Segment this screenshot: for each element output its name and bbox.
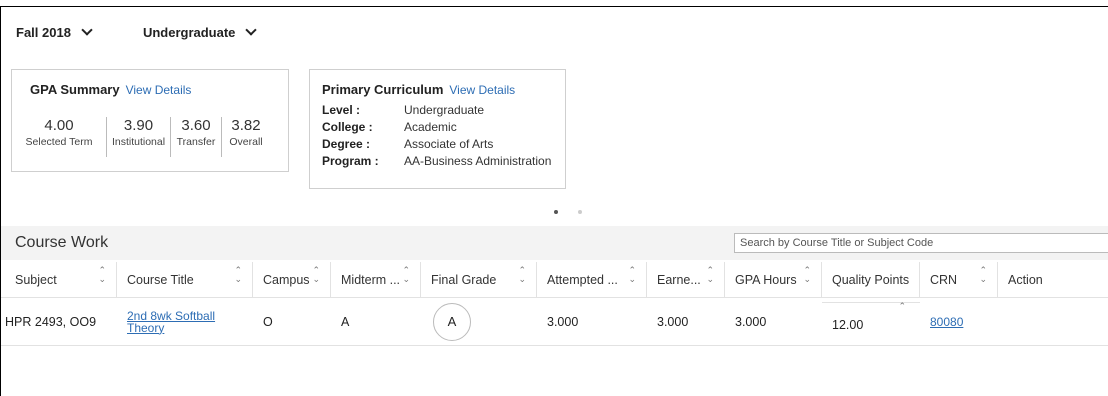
column-header-campus[interactable]: Campus ⌃ ⌄ — [253, 262, 331, 297]
column-label: Subject — [15, 272, 57, 287]
gpa-label: Institutional — [111, 136, 166, 148]
column-header-action: Action — [998, 262, 1108, 297]
curriculum-value: Academic — [404, 120, 457, 134]
quality-points-box: ⌃ 12.00 — [822, 301, 920, 346]
gpa-view-details-link[interactable]: View Details — [126, 83, 192, 97]
column-label: Attempted ... — [547, 272, 618, 287]
carousel-pager — [554, 210, 602, 214]
column-label: GPA Hours — [735, 272, 797, 287]
column-header-gpa-hours[interactable]: GPA Hours ⌃ ⌄ — [725, 262, 822, 297]
level-dropdown-label: Undergraduate — [142, 24, 236, 40]
gpa-institutional: 3.90 Institutional — [107, 117, 171, 157]
curriculum-view-details-link[interactable]: View Details — [449, 83, 515, 97]
gpa-selected-term: 4.00 Selected Term — [12, 117, 107, 157]
gpa-value: 3.60 — [181, 117, 211, 134]
curriculum-list: Level : Undergraduate College : Academic D… — [322, 102, 551, 170]
cell-crn: 80080 — [920, 298, 998, 345]
gpa-transfer: 3.60 Transfer — [171, 117, 222, 157]
column-label: Course Title — [127, 272, 194, 287]
sort-arrows-icon[interactable]: ⌃ ⌄ — [234, 266, 242, 284]
crn-link[interactable]: 80080 — [930, 316, 963, 328]
cell-earned: 3.000 — [657, 314, 689, 329]
curriculum-key: Degree : — [322, 137, 371, 151]
column-label: Midterm ... — [341, 272, 401, 287]
column-label: Final Grade — [431, 272, 497, 287]
curriculum-college: College : Academic — [322, 119, 551, 136]
sort-arrows-icon[interactable]: ⌃ ⌄ — [803, 266, 811, 284]
curriculum-heading: Primary Curriculum — [322, 82, 444, 97]
cell-quality-points: ⌃ 12.00 — [822, 298, 920, 345]
cell-course-title: 2nd 8wk Softball Theory — [117, 298, 253, 345]
curriculum-value: AA-Business Administration — [404, 154, 552, 168]
cell-subject: HPR 2493, OO9 — [5, 314, 97, 329]
carousel-dot[interactable] — [578, 210, 582, 214]
level-dropdown[interactable]: Undergraduate — [142, 23, 258, 40]
course-work-table: Subject ⌃ ⌄ Course Title ⌃ ⌄ Campus ⌃ ⌄ Midter… — [1, 262, 1108, 346]
column-header-subject[interactable]: Subject ⌃ ⌄ — [1, 262, 117, 297]
curriculum-key: Program : — [322, 154, 379, 168]
sort-arrows-icon[interactable]: ⌃ ⌄ — [628, 266, 636, 284]
cell-attempted: 3.000 — [547, 314, 579, 329]
cell-action — [998, 298, 1108, 345]
sort-arrows-icon[interactable]: ⌃ ⌄ — [402, 266, 410, 284]
table-row: HPR 2493, OO9 2nd 8wk Softball Theory O … — [1, 298, 1108, 346]
curriculum-level: Level : Undergraduate — [322, 102, 551, 119]
column-label: Campus — [263, 272, 310, 287]
cell-campus: O — [263, 314, 273, 329]
curriculum-program: Program : AA-Business Administration — [322, 153, 551, 170]
gpa-label: Transfer — [176, 136, 216, 148]
column-header-final-grade[interactable]: Final Grade ⌃ ⌄ — [421, 262, 537, 297]
course-work-title: Course Work — [15, 234, 109, 251]
curriculum-value: Associate of Arts — [404, 137, 494, 151]
table-header-row: Subject ⌃ ⌄ Course Title ⌃ ⌄ Campus ⌃ ⌄ Midter… — [1, 262, 1108, 298]
column-header-attempted[interactable]: Attempted ... ⌃ ⌄ — [537, 262, 647, 297]
column-header-crn[interactable]: CRN ⌃ ⌄ — [920, 262, 998, 297]
curriculum-title: Primary Curriculum View Details — [322, 82, 515, 97]
gpa-value: 4.00 — [44, 117, 74, 134]
sort-arrows-icon[interactable]: ⌃ — [898, 301, 906, 312]
course-search-input[interactable] — [734, 233, 1108, 253]
gpa-summary-title: GPA Summary View Details — [30, 82, 191, 97]
sort-arrows-icon[interactable]: ⌃ ⌄ — [98, 266, 106, 284]
curriculum-key: College : — [322, 120, 373, 134]
quality-points-value: 12.00 — [832, 317, 864, 332]
gpa-summary-card: GPA Summary View Details 4.00 Selected Te… — [11, 69, 289, 172]
cell-gpa-hours: 3.000 — [735, 314, 767, 329]
column-label: Quality Points — [832, 272, 910, 287]
gpa-value: 3.82 — [231, 117, 261, 134]
gpa-values-row: 4.00 Selected Term 3.90 Institutional 3.… — [12, 117, 290, 157]
sort-arrows-icon[interactable]: ⌃ ⌄ — [706, 266, 714, 284]
sort-arrows-icon[interactable]: ⌃ ⌄ — [979, 266, 987, 284]
sort-arrows-icon[interactable]: ⌃ ⌄ — [312, 266, 320, 284]
sort-arrows-icon[interactable]: ⌃ ⌄ — [518, 266, 526, 284]
term-dropdown-label: Fall 2018 — [16, 24, 71, 40]
column-label: Earne... — [657, 272, 701, 287]
column-header-quality-points[interactable]: Quality Points — [822, 262, 920, 297]
column-label: Action — [1008, 272, 1043, 287]
column-label: CRN — [930, 272, 958, 287]
curriculum-degree: Degree : Associate of Arts — [322, 136, 551, 153]
chevron-down-icon — [81, 23, 93, 36]
column-header-earned[interactable]: Earne... ⌃ ⌄ — [647, 262, 725, 297]
curriculum-value: Undergraduate — [404, 103, 485, 117]
curriculum-key: Level : — [322, 103, 361, 117]
carousel-dot-active[interactable] — [554, 210, 558, 214]
term-dropdown[interactable]: Fall 2018 — [16, 23, 93, 40]
cell-midterm: A — [341, 314, 350, 329]
cell-final-grade: A — [421, 298, 537, 345]
gpa-overall: 3.82 Overall — [222, 117, 270, 157]
gpa-summary-heading: GPA Summary — [30, 82, 120, 97]
chevron-down-icon — [245, 23, 258, 36]
gpa-label: Overall — [229, 136, 263, 148]
column-header-course-title[interactable]: Course Title ⌃ ⌄ — [117, 262, 253, 297]
primary-curriculum-card: Primary Curriculum View Details Level : Un… — [309, 69, 566, 189]
gpa-label: Selected Term — [25, 136, 93, 148]
column-header-midterm[interactable]: Midterm ... ⌃ ⌄ — [331, 262, 421, 297]
course-title-link[interactable]: 2nd 8wk Softball Theory — [127, 310, 253, 334]
gpa-value: 3.90 — [123, 117, 154, 134]
final-grade-badge: A — [433, 302, 471, 341]
term-selector-bar: Fall 2018 Undergraduate — [16, 22, 258, 42]
